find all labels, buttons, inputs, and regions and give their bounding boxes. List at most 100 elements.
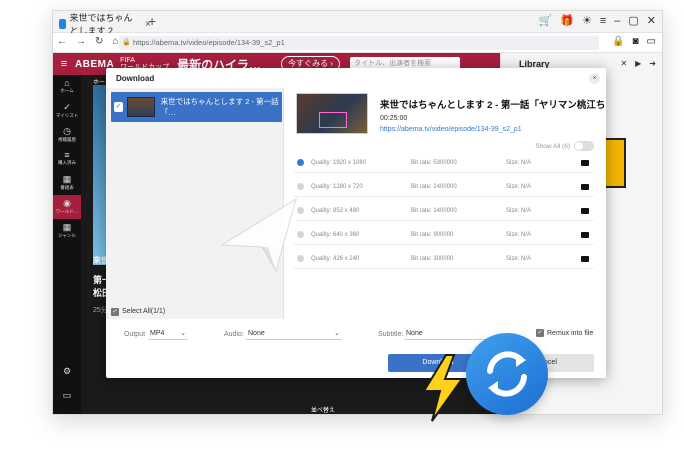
address-bar-actions: 🔒 ◙ ▭ — [612, 36, 656, 47]
library-actions: ✕ ▶ ➜ — [620, 59, 656, 68]
audio-select[interactable]: None ⌄ — [246, 328, 342, 340]
bitrate-label: Bit rate: 2400000 — [411, 184, 457, 190]
convert-badge — [466, 333, 548, 415]
audio-label: Audio: — [224, 331, 244, 338]
globe-icon: ◉ — [63, 198, 71, 208]
nav-label: ホーム — [60, 88, 74, 93]
quality-label: Quality: 852 x 480 — [311, 208, 360, 214]
dialog-close-icon[interactable]: × — [589, 73, 600, 84]
screen-icon[interactable]: ▭ — [647, 36, 656, 47]
quality-row[interactable]: Quality: 1920 x 1080 Bit rate: 5300000 S… — [294, 153, 594, 173]
youtube-icon[interactable]: ▶ — [635, 59, 641, 68]
size-label: Size: N/A — [506, 208, 532, 214]
bitrate-label: Bit rate: 300000 — [411, 256, 454, 262]
remux-label: Remux into file — [547, 329, 594, 337]
size-label: Size: N/A — [506, 256, 532, 262]
nav-label: 視聴履歴 — [58, 137, 76, 142]
subtitle-value: None — [406, 330, 423, 337]
nav-item-6[interactable]: ▦ ジャンル — [53, 219, 81, 243]
card-icon: ▭ — [62, 390, 72, 400]
list-icon: ≡ — [64, 150, 70, 160]
maximize-icon[interactable]: ▢ — [628, 14, 638, 27]
window-controls: 🛒 🎁 ☀ ≡ – ▢ ✕ — [539, 14, 656, 28]
size-label: Size: N/A — [506, 184, 532, 190]
output-select[interactable]: MP4 ⌄ — [148, 328, 188, 340]
home-icon: ⌂ — [64, 78, 70, 88]
reload-icon[interactable]: ↻ — [95, 36, 103, 47]
close-window-icon[interactable]: ✕ — [647, 14, 656, 27]
lightning-bolt-icon — [422, 354, 464, 422]
toggle-switch[interactable] — [574, 141, 594, 151]
stage: 来世ではちゃんとします 2 × + 🛒 🎁 ☀ ≡ – ▢ ✕ ← → ↻ ⌂ — [0, 0, 684, 449]
youtube-icon — [581, 256, 589, 262]
subtitle-label: Subtitle: — [378, 331, 404, 338]
nav-label: マイリスト — [55, 113, 79, 118]
nav-item-2[interactable]: ◷ 視聴履歴 — [53, 123, 81, 147]
favicon-icon — [59, 19, 66, 29]
menu-icon[interactable]: ≡ — [600, 15, 606, 27]
youtube-icon — [581, 184, 589, 190]
video-url[interactable]: https://abema.tv/video/episode/134-39_s2… — [380, 126, 522, 133]
nav-label: 購入済み — [58, 160, 76, 165]
settings-nav[interactable]: ⚙ — [53, 363, 81, 387]
chevron-down-icon: ⌄ — [180, 330, 186, 337]
delete-icon[interactable]: ✕ — [620, 59, 627, 68]
thumbnail-detail — [319, 112, 347, 128]
history-icon: ◷ — [63, 126, 71, 136]
size-label: Size: N/A — [506, 232, 532, 238]
nav-item-3[interactable]: ≡ 購入済み — [53, 147, 81, 171]
nav-label: 番組表 — [60, 185, 74, 190]
refresh-icon — [487, 351, 527, 397]
home-icon[interactable]: ⌂ — [112, 36, 118, 47]
url-field[interactable]: 🔒 https://abema.tv/video/episode/134-39_… — [119, 36, 599, 50]
minimize-icon[interactable]: – — [614, 15, 620, 27]
nav-item-4[interactable]: ▦ 番組表 — [53, 171, 81, 195]
quality-radio[interactable] — [297, 159, 304, 166]
quality-radio[interactable] — [297, 183, 304, 190]
gift-icon[interactable]: 🎁 — [560, 14, 574, 27]
hamburger-icon[interactable]: ≡ — [53, 58, 75, 70]
padlock-icon[interactable]: 🔒 — [612, 36, 624, 47]
camera-icon[interactable]: ◙ — [633, 36, 639, 47]
select-all-row[interactable]: ✓ Select All(1/1) — [106, 304, 284, 319]
nav-label: ワールド… — [55, 209, 79, 214]
back-icon[interactable]: ← — [57, 36, 67, 47]
dialog-title: Download — [116, 74, 155, 83]
grid-icon: ▦ — [62, 222, 72, 232]
nav-item-0[interactable]: ⌂ ホーム — [53, 75, 81, 99]
card-nav[interactable]: ▭ — [53, 387, 81, 411]
select-all-checkbox[interactable]: ✓ — [111, 307, 119, 316]
download-dialog: Download × ✓ 来世ではちゃんとします 2 - 第一話「… ✓ Sel… — [106, 68, 606, 378]
tab-bar: 来世ではちゃんとします 2 × + 🛒 🎁 ☀ ≡ – ▢ ✕ — [53, 11, 662, 36]
nav-item-5[interactable]: ◉ ワールド… — [53, 195, 81, 219]
quality-row[interactable]: Quality: 426 x 240 Bit rate: 300000 Size… — [294, 249, 594, 269]
quality-row[interactable]: Quality: 1280 x 720 Bit rate: 2400000 Si… — [294, 177, 594, 197]
youtube-icon — [581, 160, 589, 166]
quality-row[interactable]: Quality: 640 x 360 Bit rate: 900000 Size… — [294, 225, 594, 245]
theme-icon[interactable]: ☀ — [582, 14, 592, 27]
quality-row[interactable]: Quality: 852 x 480 Bit rate: 1400000 Siz… — [294, 201, 594, 221]
calendar-icon: ▦ — [62, 174, 72, 184]
gear-icon: ⚙ — [62, 366, 72, 376]
audio-value: None — [248, 330, 265, 337]
sort-button[interactable]: 並べ替え — [311, 405, 335, 414]
pointer-cursor-icon — [220, 197, 297, 273]
forward-icon[interactable]: → — [76, 36, 86, 47]
output-label: Output — [124, 331, 146, 338]
abema-left-nav: ⌂ ホーム ✓ マイリスト ◷ 視聴履歴 ≡ 購入済み ▦ 番組表 ◉ ワールド… ▦ ジャン… — [53, 75, 81, 414]
bitrate-label: Bit rate: 1400000 — [411, 208, 457, 214]
episode-checkbox[interactable]: ✓ — [114, 102, 124, 112]
new-tab-button[interactable]: + — [148, 13, 156, 29]
episode-thumbnail — [127, 97, 155, 117]
lock-icon: 🔒 — [122, 39, 131, 46]
browser-tab[interactable]: 来世ではちゃんとします 2 × — [59, 13, 151, 36]
show-all-toggle[interactable]: Show All (6) — [535, 141, 594, 151]
output-value: MP4 — [150, 330, 165, 337]
cart-icon[interactable]: 🛒 — [539, 14, 553, 27]
size-label: Size: N/A — [506, 160, 532, 166]
check-icon: ✓ — [63, 102, 71, 112]
show-all-label: Show All (6) — [535, 142, 570, 150]
arrow-icon[interactable]: ➜ — [649, 59, 656, 68]
nav-item-1[interactable]: ✓ マイリスト — [53, 99, 81, 123]
episode-item[interactable]: ✓ 来世ではちゃんとします 2 - 第一話「… — [111, 92, 282, 122]
